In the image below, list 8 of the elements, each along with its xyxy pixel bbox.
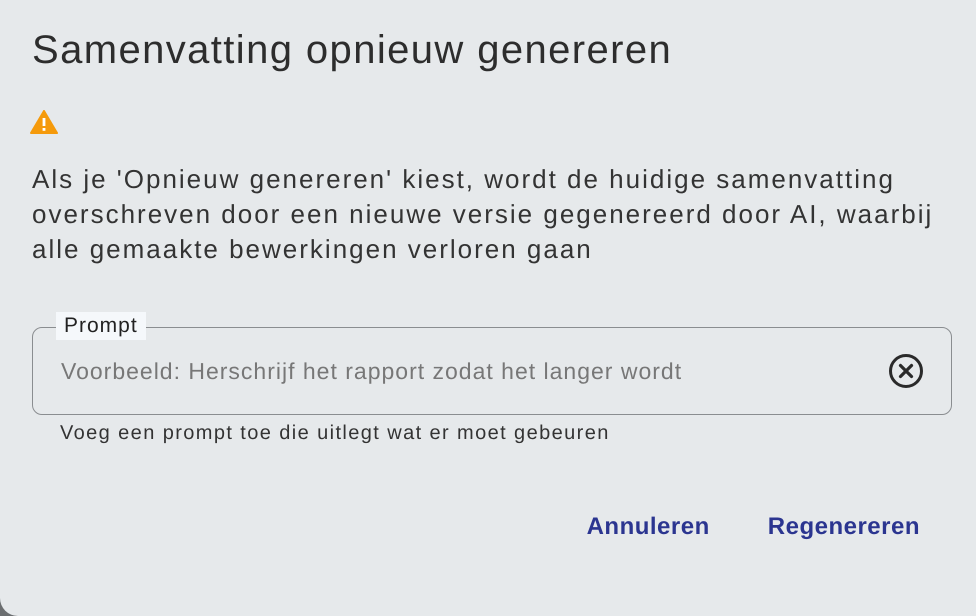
- field-label: Prompt: [56, 312, 146, 340]
- dialog-title: Samenvatting opnieuw genereren: [32, 27, 674, 74]
- warning-icon: [30, 110, 58, 134]
- dialog-button[interactable]: Regenereren: [754, 503, 934, 551]
- helper-text: Voeg een prompt toe die uitlegt wat er moet gebeuren: [60, 421, 610, 445]
- warning-text: Als je 'Opnieuw genereren' kiest, wordt de huidige samenvatting overschreven door een nieuwe versie gegenereerd door AI, waarbij alle gemaakte bewerkingen verloren gaan: [32, 163, 934, 266]
- dialog-button[interactable]: Annuleren: [572, 503, 724, 551]
- clear-icon[interactable]: [888, 353, 924, 389]
